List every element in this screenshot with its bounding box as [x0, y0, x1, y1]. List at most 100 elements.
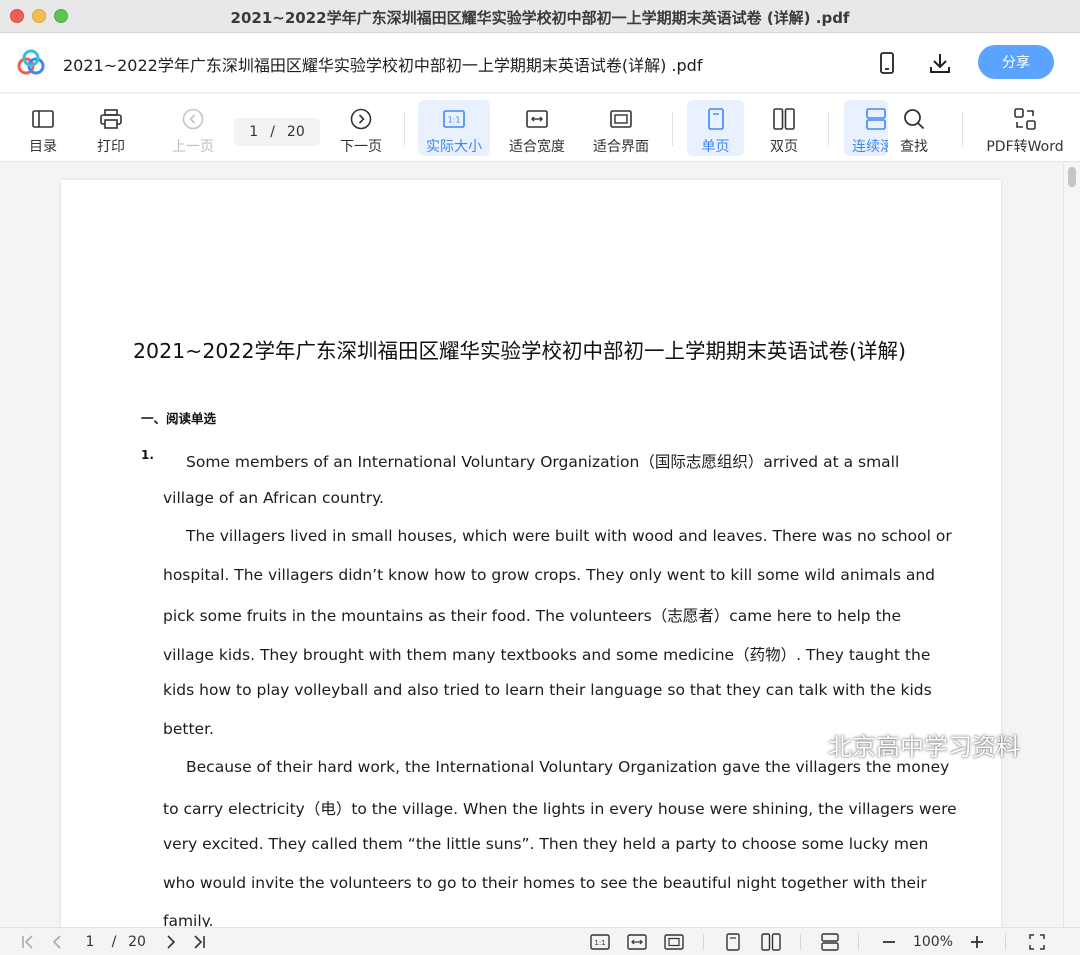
actual-size-button[interactable]: 1:1 实际大小: [418, 100, 490, 156]
fit-width-icon[interactable]: [626, 932, 648, 952]
watermark: 北京高中学习资料: [782, 727, 1020, 761]
exam-title: 2021~2022学年广东深圳福田区耀华实验学校初中部初一上学期期末英语试卷(详…: [133, 339, 907, 363]
svg-text:1:1: 1:1: [594, 939, 605, 947]
zoom-level[interactable]: 100%: [908, 932, 958, 952]
title-bar: 2021~2022学年广东深圳福田区耀华实验学校初中部初一上学期期末英语试卷 (…: [0, 0, 1080, 33]
pdf-page: 2021~2022学年广东深圳福田区耀华实验学校初中部初一上学期期末英语试卷(详…: [61, 180, 1001, 927]
passage-line: Some members of an International Volunta…: [186, 453, 900, 471]
zoom-in-icon[interactable]: [967, 932, 987, 952]
print-label: 打印: [97, 139, 125, 155]
app-window: 2021~2022学年广东深圳福田区耀华实验学校初中部初一上学期期末英语试卷 (…: [0, 0, 1080, 955]
toolbar-divider: [404, 112, 405, 146]
section-heading: 一、阅读单选: [141, 411, 217, 426]
double-page-icon[interactable]: [760, 932, 782, 952]
passage-line: kids how to play volleyball and also tri…: [163, 681, 932, 699]
status-bar: 1 / 20 1:1 100%: [0, 927, 1080, 955]
scrollbar-thumb[interactable]: [1068, 167, 1076, 187]
fit-page-icon[interactable]: [663, 932, 685, 952]
printer-icon: [98, 106, 124, 132]
sidebar-icon: [30, 106, 56, 132]
statusbar-divider: [1005, 934, 1006, 950]
actual-size-label: 实际大小: [426, 139, 482, 155]
double-page-button[interactable]: 双页: [758, 100, 810, 156]
actual-size-icon[interactable]: 1:1: [589, 932, 611, 952]
toolbar-divider: [672, 112, 673, 146]
continuous-scroll-label: 连续滚: [852, 139, 888, 155]
single-page-label: 单页: [701, 139, 730, 155]
continuous-scroll-icon: [863, 106, 888, 132]
first-page-icon[interactable]: [18, 932, 38, 952]
toolbar: 目录 打印 上一页 下一页 1:1 实际大小 适合宽度 适合界面 单页 双页 连…: [0, 94, 1080, 162]
single-page-icon: [703, 106, 729, 132]
convert-icon: [1012, 106, 1038, 132]
statusbar-divider: [703, 934, 704, 950]
next-page-icon[interactable]: [161, 932, 181, 952]
fit-page-icon: [608, 106, 634, 132]
passage-line: pick some fruits in the mountains as the…: [163, 607, 902, 625]
circle-chevron-left-icon: [180, 106, 206, 132]
toc-button[interactable]: 目录: [20, 100, 66, 156]
statusbar-divider: [858, 934, 859, 950]
fit-page-label: 适合界面: [593, 139, 649, 155]
zoom-out-icon[interactable]: [879, 932, 899, 952]
prev-page-label: 上一页: [172, 139, 214, 155]
fit-page-button[interactable]: 适合界面: [588, 100, 654, 156]
prev-page-button[interactable]: 上一页: [166, 100, 220, 156]
search-icon: [901, 106, 927, 132]
pdf-to-word-button[interactable]: PDF转Word: [982, 100, 1068, 156]
document-viewer[interactable]: 2021~2022学年广东深圳福田区耀华实验学校初中部初一上学期期末英语试卷(详…: [0, 163, 1080, 927]
actual-size-icon: 1:1: [441, 106, 467, 132]
passage-line: village kids. They brought with them man…: [163, 646, 931, 664]
circle-chevron-right-icon: [348, 106, 374, 132]
svg-text:1:1: 1:1: [448, 116, 461, 125]
page-separator: /: [270, 124, 275, 140]
toolbar-divider: [962, 112, 963, 146]
passage-line: better.: [163, 720, 214, 738]
single-page-icon[interactable]: [723, 932, 743, 952]
document-header: 2021~2022学年广东深圳福田区耀华实验学校初中部初一上学期期末英语试卷(详…: [0, 33, 1080, 93]
toolbar-divider: [828, 112, 829, 146]
question-number: 1.: [141, 448, 154, 462]
vertical-scrollbar[interactable]: [1063, 163, 1080, 927]
single-page-button[interactable]: 单页: [687, 100, 744, 156]
continuous-scroll-button[interactable]: 连续滚: [844, 100, 888, 156]
double-page-label: 双页: [770, 139, 798, 155]
toc-label: 目录: [29, 139, 57, 155]
double-page-icon: [771, 106, 797, 132]
share-button[interactable]: 分享: [978, 45, 1054, 79]
last-page-icon[interactable]: [189, 932, 209, 952]
prev-page-icon[interactable]: [47, 932, 67, 952]
download-icon[interactable]: [926, 49, 954, 77]
passage-line: who would invite the volunteers to go to…: [163, 874, 927, 892]
passage-line: very excited. They called them “the litt…: [163, 835, 929, 853]
page-number-input[interactable]: 1 / 20: [234, 118, 320, 146]
continuous-scroll-icon[interactable]: [819, 932, 841, 952]
passage-line: family.: [163, 912, 214, 927]
app-logo-icon: [17, 49, 45, 75]
phone-icon[interactable]: [873, 49, 901, 77]
fit-width-label: 适合宽度: [509, 139, 565, 155]
find-label: 查找: [900, 139, 928, 155]
find-button[interactable]: 查找: [892, 100, 936, 156]
status-page-separator: /: [111, 934, 117, 950]
wechat-icon: [784, 730, 819, 757]
passage-line: village of an African country.: [163, 489, 384, 507]
fullscreen-icon[interactable]: [1026, 932, 1048, 952]
status-page-current[interactable]: 1: [80, 932, 100, 952]
document-title: 2021~2022学年广东深圳福田区耀华实验学校初中部初一上学期期末英语试卷(详…: [63, 56, 703, 75]
watermark-text: 北京高中学习资料: [828, 732, 1020, 761]
status-page-total: 20: [128, 934, 146, 950]
statusbar-divider: [800, 934, 801, 950]
print-button[interactable]: 打印: [88, 100, 134, 156]
passage-line: The villagers lived in small houses, whi…: [186, 527, 952, 545]
pdf-to-word-label: PDF转Word: [986, 139, 1064, 155]
page-current: 1: [249, 124, 259, 140]
page-total: 20: [286, 124, 305, 140]
fit-width-icon: [524, 106, 550, 132]
fit-width-button[interactable]: 适合宽度: [504, 100, 570, 156]
passage-line: to carry electricity（电）to the village. W…: [163, 800, 957, 818]
next-page-button[interactable]: 下一页: [334, 100, 388, 156]
next-page-label: 下一页: [340, 139, 382, 155]
passage-line: hospital. The villagers didn’t know how …: [163, 566, 936, 584]
window-title: 2021~2022学年广东深圳福田区耀华实验学校初中部初一上学期期末英语试卷 (…: [230, 9, 850, 27]
